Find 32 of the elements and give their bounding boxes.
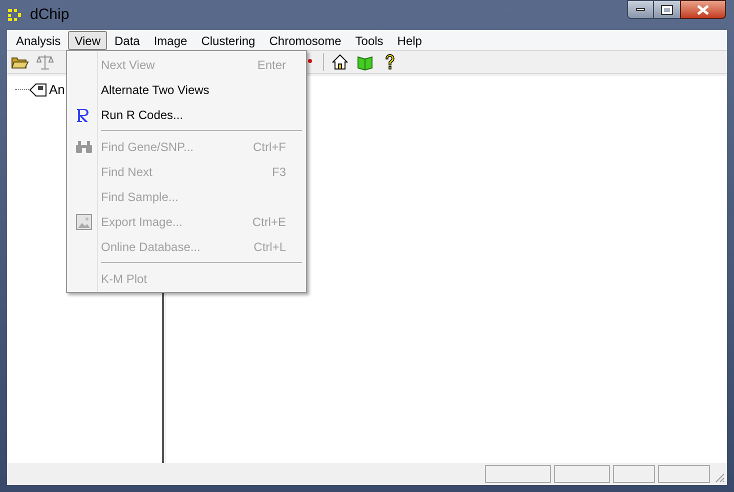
home-icon[interactable]: [331, 53, 349, 71]
resize-grip-icon[interactable]: [713, 471, 725, 483]
menu-item[interactable]: Data: [107, 30, 147, 50]
binoculars-icon: [75, 140, 93, 154]
menu-item[interactable]: View: [68, 30, 108, 50]
menu-item[interactable]: Image: [146, 30, 194, 50]
status-panel: [485, 465, 551, 483]
menu-item[interactable]: Analysis: [9, 30, 68, 50]
minimize-button[interactable]: [627, 0, 654, 19]
menu-item[interactable]: Clustering: [194, 30, 262, 50]
menu-item[interactable]: Help: [390, 30, 429, 50]
app-icon: [8, 8, 22, 22]
menu-item[interactable]: Tools: [348, 30, 390, 50]
tag-icon: [29, 82, 47, 97]
status-panel: [658, 465, 710, 483]
menu-entry[interactable]: Run R Codes...: [67, 102, 306, 127]
close-icon: [697, 4, 709, 14]
window-title: dChip: [30, 4, 70, 25]
close-button[interactable]: [680, 0, 726, 19]
shortcut-label: Ctrl+L: [254, 238, 286, 256]
scale-icon[interactable]: [36, 53, 54, 71]
shortcut-label: Ctrl+E: [252, 214, 286, 230]
maximize-button[interactable]: [654, 0, 680, 19]
status-panel: [554, 465, 610, 483]
shortcut-label: Ctrl+F: [253, 138, 286, 156]
shortcut-label: Enter: [257, 56, 286, 74]
menu-item[interactable]: Chromosome: [262, 30, 348, 50]
status-panel: [613, 465, 655, 483]
tree-item[interactable]: An: [49, 80, 65, 100]
image-icon: [76, 214, 92, 230]
shortcut-label: F3: [272, 164, 286, 180]
menu-entry[interactable]: Alternate Two Views: [67, 77, 306, 102]
